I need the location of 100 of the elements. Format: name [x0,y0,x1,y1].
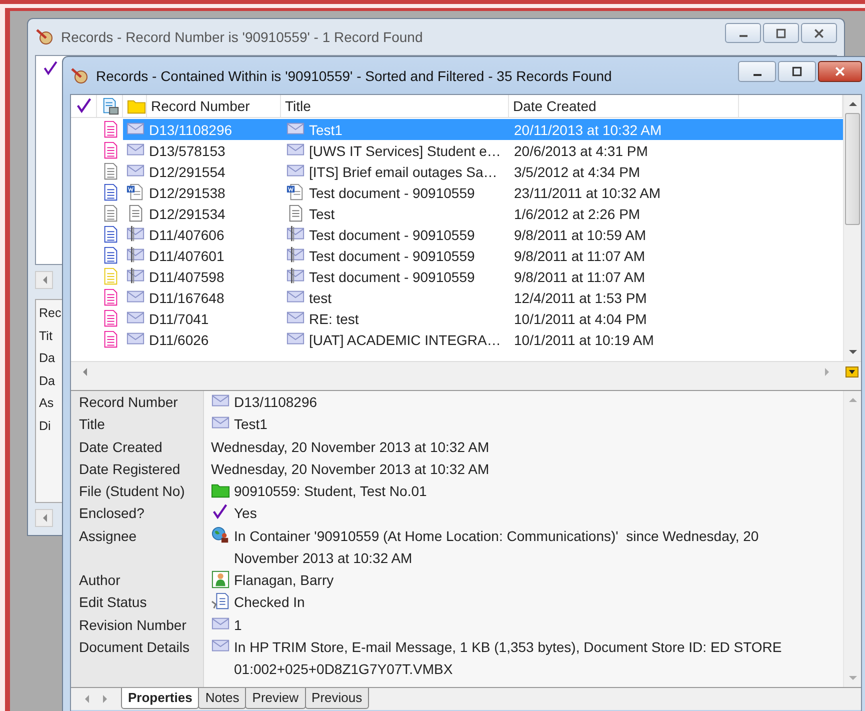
property-label: Rec [39,305,62,322]
record-row[interactable]: D11/407598 Test document - 90910559 9/8/2011 at 11:07 AM [123,266,843,287]
record-number: D11/407601 [149,248,224,264]
property-label: Di [39,418,51,434]
record-title: [UAT] ACADEMIC INTEGRA… [309,332,501,348]
maximize-icon [774,28,788,38]
minimize-icon [752,74,762,76]
tab[interactable]: Previous [304,688,370,709]
date-created: 10/1/2011 at 4:04 PM [514,310,647,326]
scroll-right-icon [823,367,831,377]
column-header[interactable]: Title [281,95,509,117]
property-label: Record Number [79,394,178,410]
property-label: Date Created [79,438,162,455]
tab[interactable]: Preview [245,688,306,709]
scroll-up-icon [848,396,858,404]
property-label: Assignee [79,528,137,544]
close-button[interactable] [801,23,837,43]
app-icon [35,27,55,47]
property-label: Author [79,572,120,588]
record-number: D11/167648 [149,290,224,306]
maximize-button[interactable] [778,61,816,82]
record-title: Test document - 90910559 [309,226,475,242]
minimize-icon [738,35,748,37]
record-title: Test document - 90910559 [309,248,475,264]
date-created: 1/6/2012 at 2:26 PM [514,206,640,222]
date-created: 20/6/2013 at 4:31 PM [514,142,648,158]
record-number: D12/291554 [149,164,226,180]
property-label: Enclosed? [79,505,144,522]
property-value: D13/1108296 [234,393,318,412]
minimize-button[interactable] [725,23,761,43]
date-created: 23/11/2011 at 10:32 AM [514,184,661,200]
vertical-scrollbar[interactable] [843,95,861,361]
record-row[interactable]: D11/407606 Test document - 90910559 9/8/2011 at 10:59 AM [123,224,843,245]
word-document-icon [286,183,305,202]
property-value: Wednesday, 20 November 2013 at 10:32 AM [211,460,490,479]
word-document-icon [126,183,145,202]
column-header[interactable]: Date Created [509,95,739,117]
record-title: Test [309,206,335,222]
scroll-left-icon [41,275,49,285]
checkmark-icon [75,96,94,116]
record-row[interactable]: D11/6026 [UAT] ACADEMIC INTEGRA… 10/1/2011 at 10:19 AM [123,329,843,350]
record-title: test [309,290,332,306]
envelope-paperclip-icon [126,225,145,244]
record-row[interactable]: D12/291538 Test document - 90910559 23/11/2011 at 10:32 AM [123,182,843,203]
property-value: November 2013 at 10:32 AM [234,548,414,568]
date-created: 9/8/2011 at 11:07 AM [514,248,646,264]
vertical-scrollbar[interactable] [843,391,861,687]
property-label: Revision Number [79,616,186,633]
tab[interactable]: Notes [198,688,246,709]
scroll-down-icon [848,674,858,682]
property-value: Checked In [234,593,305,612]
envelope-paperclip-icon [126,246,145,265]
tab[interactable]: Properties [121,688,200,709]
envelope-paperclip-icon [126,267,145,286]
property-label: Document Details [79,638,190,655]
property-label: Tit [39,328,52,344]
folder-dropdown-icon[interactable] [845,365,859,379]
date-created: 12/4/2011 at 1:53 PM [514,290,647,306]
record-row[interactable]: D11/167648 test 12/4/2011 at 1:53 PM [123,287,843,308]
scroll-left-icon [81,367,89,377]
record-title: [UWS IT Services] Student e… [309,142,501,158]
record-number: D11/407598 [149,268,224,284]
next-tab-icon[interactable] [101,694,109,704]
record-title: Test document - 90910559 [309,268,475,284]
window-title: Records - Record Number is '90910559' - 1 Record Found [61,29,423,45]
record-row[interactable]: D13/578153 [UWS IT Services] Student e… 20/6/2013 at 4:31 PM [123,140,843,161]
record-number: D13/1108296 [149,122,232,138]
maximize-button[interactable] [763,23,799,43]
scroll-down-icon [848,348,858,356]
checkmark-icon [42,60,60,78]
record-row[interactable]: D12/291534 Test 1/6/2012 at 2:26 PM [123,203,843,224]
globe-people-icon [211,526,230,545]
document-list-icon [101,96,120,116]
record-number: D11/7041 [149,310,209,326]
record-row[interactable]: D12/291554 [ITS] Brief email outages Sa… 3/5/2012 at 4:34 PM [123,161,843,182]
record-number: D12/291534 [149,206,226,222]
envelope-paperclip-icon [286,225,305,244]
record-title: Test document - 90910559 [309,184,475,200]
property-label: Da [39,372,55,390]
property-value: 01:002+025+0D8Z1G7Y07T.VMBX [234,660,454,679]
record-number: D13/578153 [149,142,226,158]
app-icon [70,66,90,86]
scroll-up-icon [848,100,858,108]
horizontal-scrollbar[interactable] [35,509,53,527]
maximize-icon [790,66,804,77]
date-created: 9/8/2011 at 11:07 AM [514,268,646,284]
date-created: 3/5/2012 at 4:34 PM [514,164,640,180]
column-header[interactable]: Record Number [147,95,281,117]
close-button[interactable] [818,61,862,82]
property-value: Yes [234,504,257,524]
horizontal-scrollbar[interactable] [35,271,53,289]
record-row[interactable]: D11/407601 Test document - 90910559 9/8/2011 at 11:07 AM [123,245,843,266]
record-row[interactable]: D11/7041 RE: test 10/1/2011 at 4:04 PM [123,308,843,329]
property-value: In Container '90910559 (At Home Location: Communications)' since Wednesday, 20 [234,526,759,546]
record-number: D11/407606 [149,226,224,242]
property-label: As [39,395,54,412]
close-icon [812,28,826,38]
record-number: D12/291538 [149,184,226,200]
property-label: File (Student No) [79,483,185,500]
previous-tab-icon[interactable] [83,694,91,704]
